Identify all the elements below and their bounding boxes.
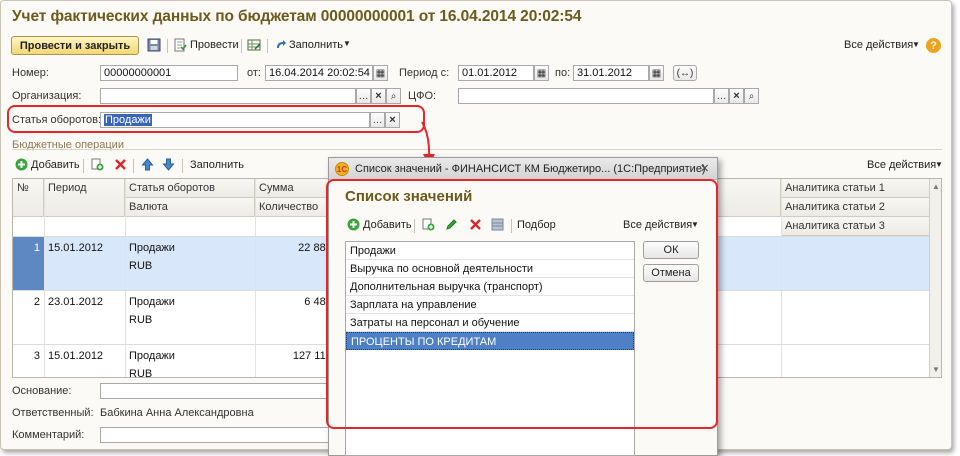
responsible-value: Бабкина Анна Александровна bbox=[100, 407, 254, 419]
row-3-article[interactable]: Продажи bbox=[125, 347, 179, 365]
toolbar-separator bbox=[241, 39, 242, 53]
toolbar-separator bbox=[182, 159, 183, 173]
select-icon[interactable]: … bbox=[356, 88, 371, 104]
highlight-frame bbox=[7, 105, 425, 133]
post-and-close-button[interactable]: Провести и закрыть bbox=[11, 36, 139, 55]
column-header-analytics-2[interactable]: Аналитика статьи 2 bbox=[781, 198, 931, 217]
section-divider bbox=[12, 149, 942, 150]
help-icon[interactable]: ? bbox=[926, 38, 941, 53]
period-to-field[interactable]: 31.01.2012 bbox=[573, 65, 649, 81]
chevron-down-icon: ▼ bbox=[343, 39, 351, 48]
row-2-num[interactable]: 2 bbox=[13, 293, 44, 311]
comment-label: Комментарий: bbox=[12, 429, 85, 441]
base-label: Основание: bbox=[12, 385, 72, 397]
search-icon[interactable]: ⌕ bbox=[744, 88, 759, 104]
row-2-period[interactable]: 23.01.2012 bbox=[44, 293, 107, 311]
move-up-icon[interactable] bbox=[141, 158, 154, 174]
row-3-num[interactable]: 3 bbox=[13, 347, 44, 365]
app-logo-icon: 1С bbox=[335, 162, 349, 176]
row-3-currency[interactable]: RUB bbox=[125, 365, 156, 377]
delete-icon[interactable] bbox=[114, 158, 127, 174]
cfo-field[interactable] bbox=[458, 88, 714, 104]
close-icon[interactable]: × bbox=[700, 160, 709, 177]
table-scrollbar[interactable]: ▲ ▼ bbox=[929, 179, 941, 377]
row-1-num[interactable]: 1 bbox=[13, 239, 44, 257]
calendar-icon[interactable]: ▦ bbox=[373, 65, 388, 81]
chevron-down-icon: ▼ bbox=[935, 160, 943, 169]
column-header-article[interactable]: Статья оборотов bbox=[125, 179, 255, 198]
column-header-currency[interactable]: Валюта bbox=[125, 198, 255, 217]
row-1-period[interactable]: 15.01.2012 bbox=[44, 239, 107, 257]
row-1-currency[interactable]: RUB bbox=[125, 257, 156, 275]
column-divider bbox=[781, 179, 782, 377]
row-1-article[interactable]: Продажи bbox=[125, 239, 179, 257]
column-header-num[interactable]: № bbox=[13, 179, 44, 217]
column-header-analytics-3[interactable]: Аналитика статьи 3 bbox=[781, 217, 931, 236]
column-header-analytics-1[interactable]: Аналитика статьи 1 bbox=[781, 179, 931, 198]
search-icon[interactable]: ⌕ bbox=[386, 88, 401, 104]
toolbar-separator bbox=[133, 159, 134, 173]
row-2-article[interactable]: Продажи bbox=[125, 293, 179, 311]
window-title: Учет фактических данных по бюджетам 0000… bbox=[12, 8, 582, 25]
period-from-label: Период с: bbox=[399, 67, 450, 79]
add-button[interactable]: Добавить bbox=[31, 159, 80, 171]
cfo-label: ЦФО: bbox=[408, 90, 437, 102]
responsible-label: Ответственный: bbox=[12, 407, 94, 419]
all-actions-button[interactable]: Все действия bbox=[844, 39, 913, 51]
dialog-highlight-frame bbox=[326, 179, 718, 429]
table-all-actions-button[interactable]: Все действия bbox=[867, 159, 936, 171]
calendar-icon[interactable]: ▦ bbox=[649, 65, 664, 81]
number-label: Номер: bbox=[12, 67, 49, 79]
table-edit-icon[interactable] bbox=[247, 38, 261, 55]
select-icon[interactable]: … bbox=[714, 88, 729, 104]
fill-button[interactable]: Заполнить bbox=[289, 39, 343, 51]
toolbar-separator bbox=[167, 39, 168, 53]
fill-arrow-icon bbox=[275, 39, 287, 54]
dialog-titlebar[interactable]: 1С Список значений - ФИНАНСИСТ КМ Бюджет… bbox=[329, 158, 717, 180]
column-header-period[interactable]: Период bbox=[44, 179, 125, 217]
move-down-icon[interactable] bbox=[162, 158, 175, 174]
period-select-button[interactable]: (↔) bbox=[673, 65, 697, 81]
post-button[interactable]: Провести bbox=[190, 39, 239, 51]
toolbar-separator bbox=[267, 39, 268, 53]
organization-field[interactable] bbox=[100, 88, 356, 104]
date-field[interactable]: 16.04.2014 20:02:54 bbox=[265, 65, 373, 81]
dialog-window-title: Список значений - ФИНАНСИСТ КМ Бюджетиро… bbox=[355, 163, 706, 175]
organization-label: Организация: bbox=[12, 90, 82, 102]
calendar-icon[interactable]: ▦ bbox=[534, 65, 549, 81]
toolbar-separator bbox=[83, 159, 84, 173]
save-icon[interactable] bbox=[147, 38, 161, 55]
chevron-down-icon: ▼ bbox=[912, 40, 920, 49]
add-icon[interactable] bbox=[15, 158, 28, 174]
base-field[interactable] bbox=[100, 383, 332, 399]
row-2-currency[interactable]: RUB bbox=[125, 311, 156, 329]
fill-table-button[interactable]: Заполнить bbox=[190, 159, 244, 171]
date-label: от: bbox=[247, 67, 261, 79]
period-to-label: по: bbox=[555, 67, 571, 79]
period-from-field[interactable]: 01.01.2012 bbox=[458, 65, 534, 81]
clear-icon[interactable]: × bbox=[371, 88, 386, 104]
comment-field[interactable] bbox=[100, 427, 332, 443]
number-field[interactable]: 00000000001 bbox=[100, 65, 238, 81]
post-icon[interactable] bbox=[173, 38, 187, 55]
copy-icon[interactable] bbox=[91, 158, 104, 174]
scroll-down-icon[interactable]: ▼ bbox=[932, 365, 940, 374]
row-3-period[interactable]: 15.01.2012 bbox=[44, 347, 107, 365]
clear-icon[interactable]: × bbox=[729, 88, 744, 104]
scroll-up-icon[interactable]: ▲ bbox=[932, 182, 940, 191]
